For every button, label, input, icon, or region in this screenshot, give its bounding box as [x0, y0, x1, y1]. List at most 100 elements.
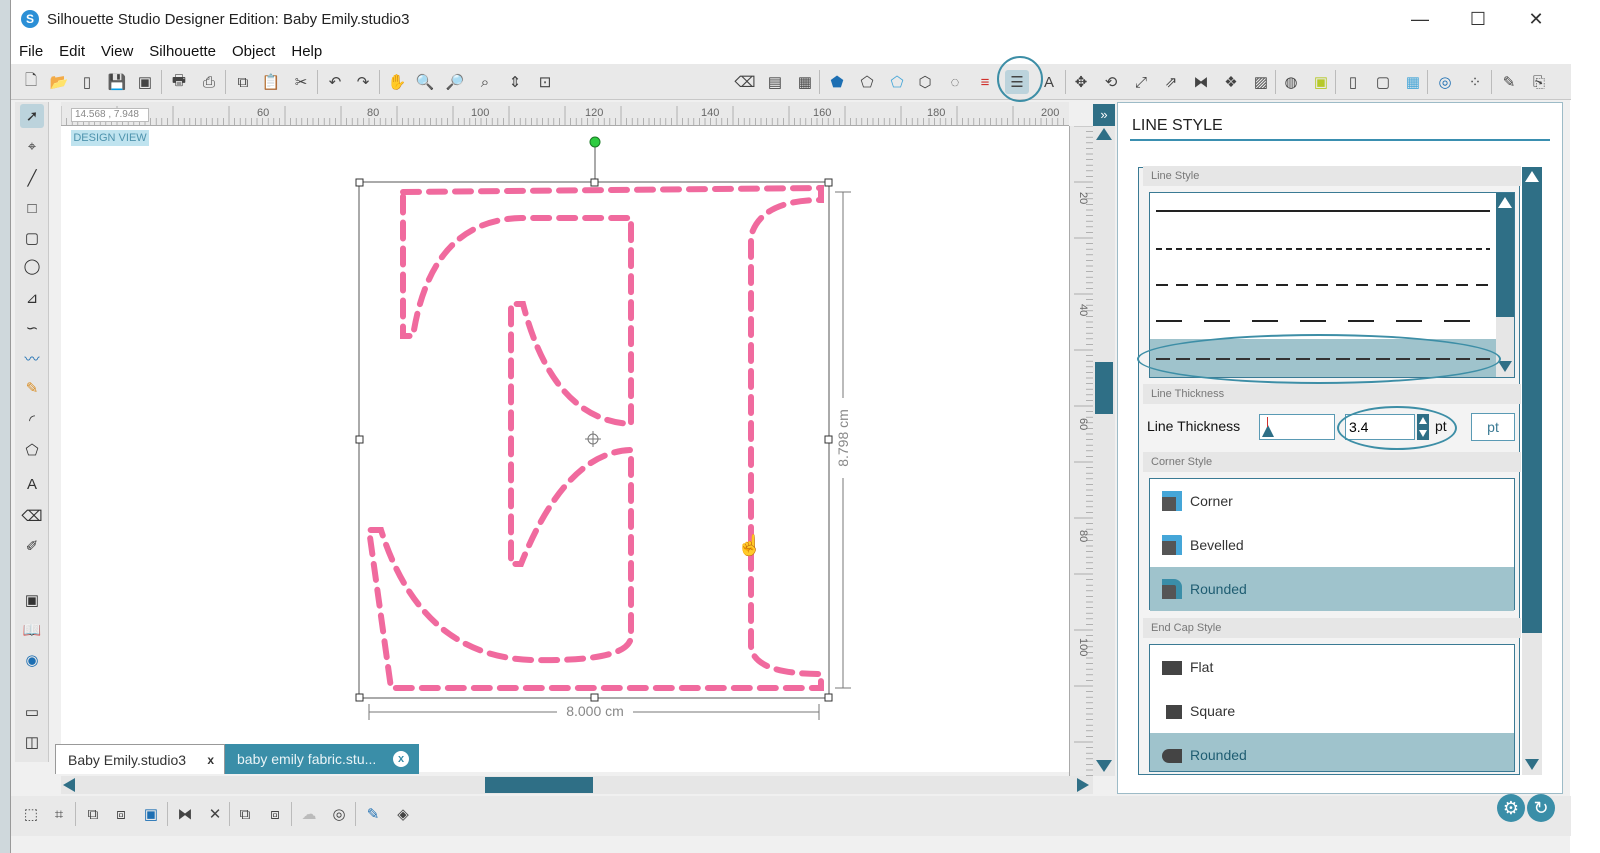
- store-icon[interactable]: ▢: [1371, 70, 1395, 94]
- list-scroll-down-arrow[interactable]: [1498, 361, 1512, 372]
- polygon-tool-icon[interactable]: ⊿: [20, 286, 44, 310]
- rhinestone-icon[interactable]: ◎: [1433, 70, 1457, 94]
- split-view-icon[interactable]: ◫: [20, 730, 44, 754]
- hscroll-thumb[interactable]: [485, 777, 593, 793]
- list-scroll-thumb[interactable]: [1496, 193, 1514, 317]
- panel-scroll-down-arrow[interactable]: [1525, 759, 1539, 770]
- open-library-icon[interactable]: ▯: [75, 70, 99, 94]
- scroll-left-arrow[interactable]: [63, 778, 75, 792]
- ungroup-icon[interactable]: ⧈: [109, 802, 133, 826]
- canvas-horizontal-scrollbar[interactable]: [61, 776, 1093, 794]
- list-scroll-up-arrow[interactable]: [1498, 197, 1512, 208]
- group-icon[interactable]: ⧉: [81, 802, 105, 826]
- deselect-icon[interactable]: ⌗: [47, 802, 71, 826]
- panel-scrollbar[interactable]: [1522, 167, 1542, 775]
- menu-file[interactable]: File: [19, 43, 43, 60]
- panel-collapse-icon[interactable]: »: [1093, 104, 1115, 126]
- ellipse-tool-icon[interactable]: ◯: [20, 254, 44, 278]
- point-edit-tool-icon[interactable]: ⌖: [20, 134, 44, 158]
- menu-view[interactable]: View: [101, 43, 133, 60]
- modify-icon[interactable]: ❖: [1219, 70, 1243, 94]
- settings-gear-icon[interactable]: ⚙: [1497, 794, 1525, 822]
- design-store-icon[interactable]: ▦: [1401, 70, 1425, 94]
- endcap-option-rounded[interactable]: Rounded: [1150, 733, 1514, 771]
- window-layout-icon[interactable]: ▭: [20, 700, 44, 724]
- panel-scroll-up-arrow[interactable]: [1525, 171, 1539, 182]
- rotation-handle[interactable]: [589, 136, 601, 148]
- print-and-cut-icon[interactable]: ▣: [1309, 70, 1333, 94]
- undo-icon[interactable]: ↶: [323, 70, 347, 94]
- scroll-right-arrow[interactable]: [1077, 778, 1089, 792]
- menu-edit[interactable]: Edit: [59, 43, 85, 60]
- trace-icon[interactable]: ◍: [1279, 70, 1303, 94]
- corner-option-corner[interactable]: Corner: [1150, 479, 1514, 523]
- menu-silhouette[interactable]: Silhouette: [149, 43, 216, 60]
- resize-handle[interactable]: [590, 178, 599, 187]
- sync-icon[interactable]: ↻: [1527, 794, 1555, 822]
- paste-icon[interactable]: 📋: [259, 70, 283, 94]
- redo-icon[interactable]: ↷: [351, 70, 375, 94]
- move-icon[interactable]: ⇗: [1159, 70, 1183, 94]
- offset-tool-icon[interactable]: ◎: [327, 802, 351, 826]
- smooth-freehand-tool-icon[interactable]: ✎: [20, 376, 44, 400]
- line-style-list-scrollbar[interactable]: [1496, 193, 1514, 377]
- grid-icon[interactable]: ▦: [793, 70, 817, 94]
- unit-toggle-button[interactable]: pt: [1471, 413, 1515, 441]
- resize-handle[interactable]: [590, 693, 599, 702]
- layer-icon[interactable]: ◈: [391, 802, 415, 826]
- open-folder-icon[interactable]: 📂: [47, 70, 71, 94]
- design-canvas[interactable]: 8.000 cm 8.798 cm ☝: [61, 126, 1069, 772]
- canvas-vertical-scrollbar[interactable]: »: [1093, 104, 1115, 776]
- cut-settings-icon[interactable]: ✎: [1497, 70, 1521, 94]
- copy-icon[interactable]: ⧉: [231, 70, 255, 94]
- tab-close-icon[interactable]: x: [207, 745, 214, 775]
- resize-handle[interactable]: [355, 178, 364, 187]
- new-document-icon[interactable]: 🗋: [19, 70, 43, 94]
- weld-icon[interactable]: ⧓: [173, 802, 197, 826]
- maximize-button[interactable]: ☐: [1449, 0, 1507, 38]
- panel-scroll-thumb[interactable]: [1522, 167, 1542, 633]
- pan-hand-icon[interactable]: ✋: [385, 70, 409, 94]
- knife-tool-icon[interactable]: ✐: [20, 534, 44, 558]
- rounded-rectangle-tool-icon[interactable]: ▢: [20, 226, 44, 250]
- resize-handle[interactable]: [824, 435, 833, 444]
- corner-option-rounded[interactable]: Rounded: [1150, 567, 1514, 611]
- delete-icon[interactable]: ✕: [203, 802, 227, 826]
- eraser-tool-icon[interactable]: ⌫: [20, 504, 44, 528]
- send-to-cutter-icon[interactable]: ⎙: [197, 70, 221, 94]
- eraser-icon[interactable]: ⌫: [733, 70, 757, 94]
- select-tool-icon[interactable]: ➚: [20, 104, 44, 128]
- arc-tool-icon[interactable]: ◜: [20, 408, 44, 432]
- menu-help[interactable]: Help: [291, 43, 322, 60]
- select-all-icon[interactable]: ⬚: [19, 802, 43, 826]
- close-button[interactable]: ✕: [1507, 0, 1565, 38]
- send-icon[interactable]: ⎘: [1527, 70, 1551, 94]
- scroll-thumb[interactable]: [1095, 362, 1113, 414]
- resize-handle[interactable]: [824, 693, 833, 702]
- endcap-option-square[interactable]: Square: [1150, 689, 1514, 733]
- save-icon[interactable]: 💾: [105, 70, 129, 94]
- fill-color-icon[interactable]: ⬟: [825, 70, 849, 94]
- line-tool-icon[interactable]: ╱: [20, 166, 44, 190]
- endcap-style-list[interactable]: Flat Square Rounded: [1149, 644, 1515, 772]
- sketch-icon[interactable]: ⁘: [1463, 70, 1487, 94]
- replicate-icon[interactable]: ⧓: [1189, 70, 1213, 94]
- cut-icon[interactable]: ✂: [289, 70, 313, 94]
- scroll-up-arrow[interactable]: [1096, 128, 1112, 140]
- print-icon[interactable]: 🖶: [167, 70, 191, 94]
- panel-toggle-icon[interactable]: ▣: [20, 588, 44, 612]
- bring-forward-icon[interactable]: ⧉: [233, 802, 257, 826]
- offset-icon[interactable]: ▨: [1249, 70, 1273, 94]
- library-icon[interactable]: ▯: [1341, 70, 1365, 94]
- resize-handle[interactable]: [824, 178, 833, 187]
- zoom-select-icon[interactable]: ⌕: [473, 70, 497, 94]
- page-setup-icon[interactable]: ▤: [763, 70, 787, 94]
- compound-path-icon[interactable]: ▣: [139, 802, 163, 826]
- freehand-tool-icon[interactable]: 〰: [20, 346, 44, 370]
- knife-icon[interactable]: ✎: [361, 802, 385, 826]
- resize-handle[interactable]: [355, 693, 364, 702]
- endcap-option-flat[interactable]: Flat: [1150, 645, 1514, 689]
- save-as-icon[interactable]: ▣: [133, 70, 157, 94]
- fill-pattern-icon[interactable]: ⬠: [885, 70, 909, 94]
- scale-icon[interactable]: ⤢: [1129, 70, 1153, 94]
